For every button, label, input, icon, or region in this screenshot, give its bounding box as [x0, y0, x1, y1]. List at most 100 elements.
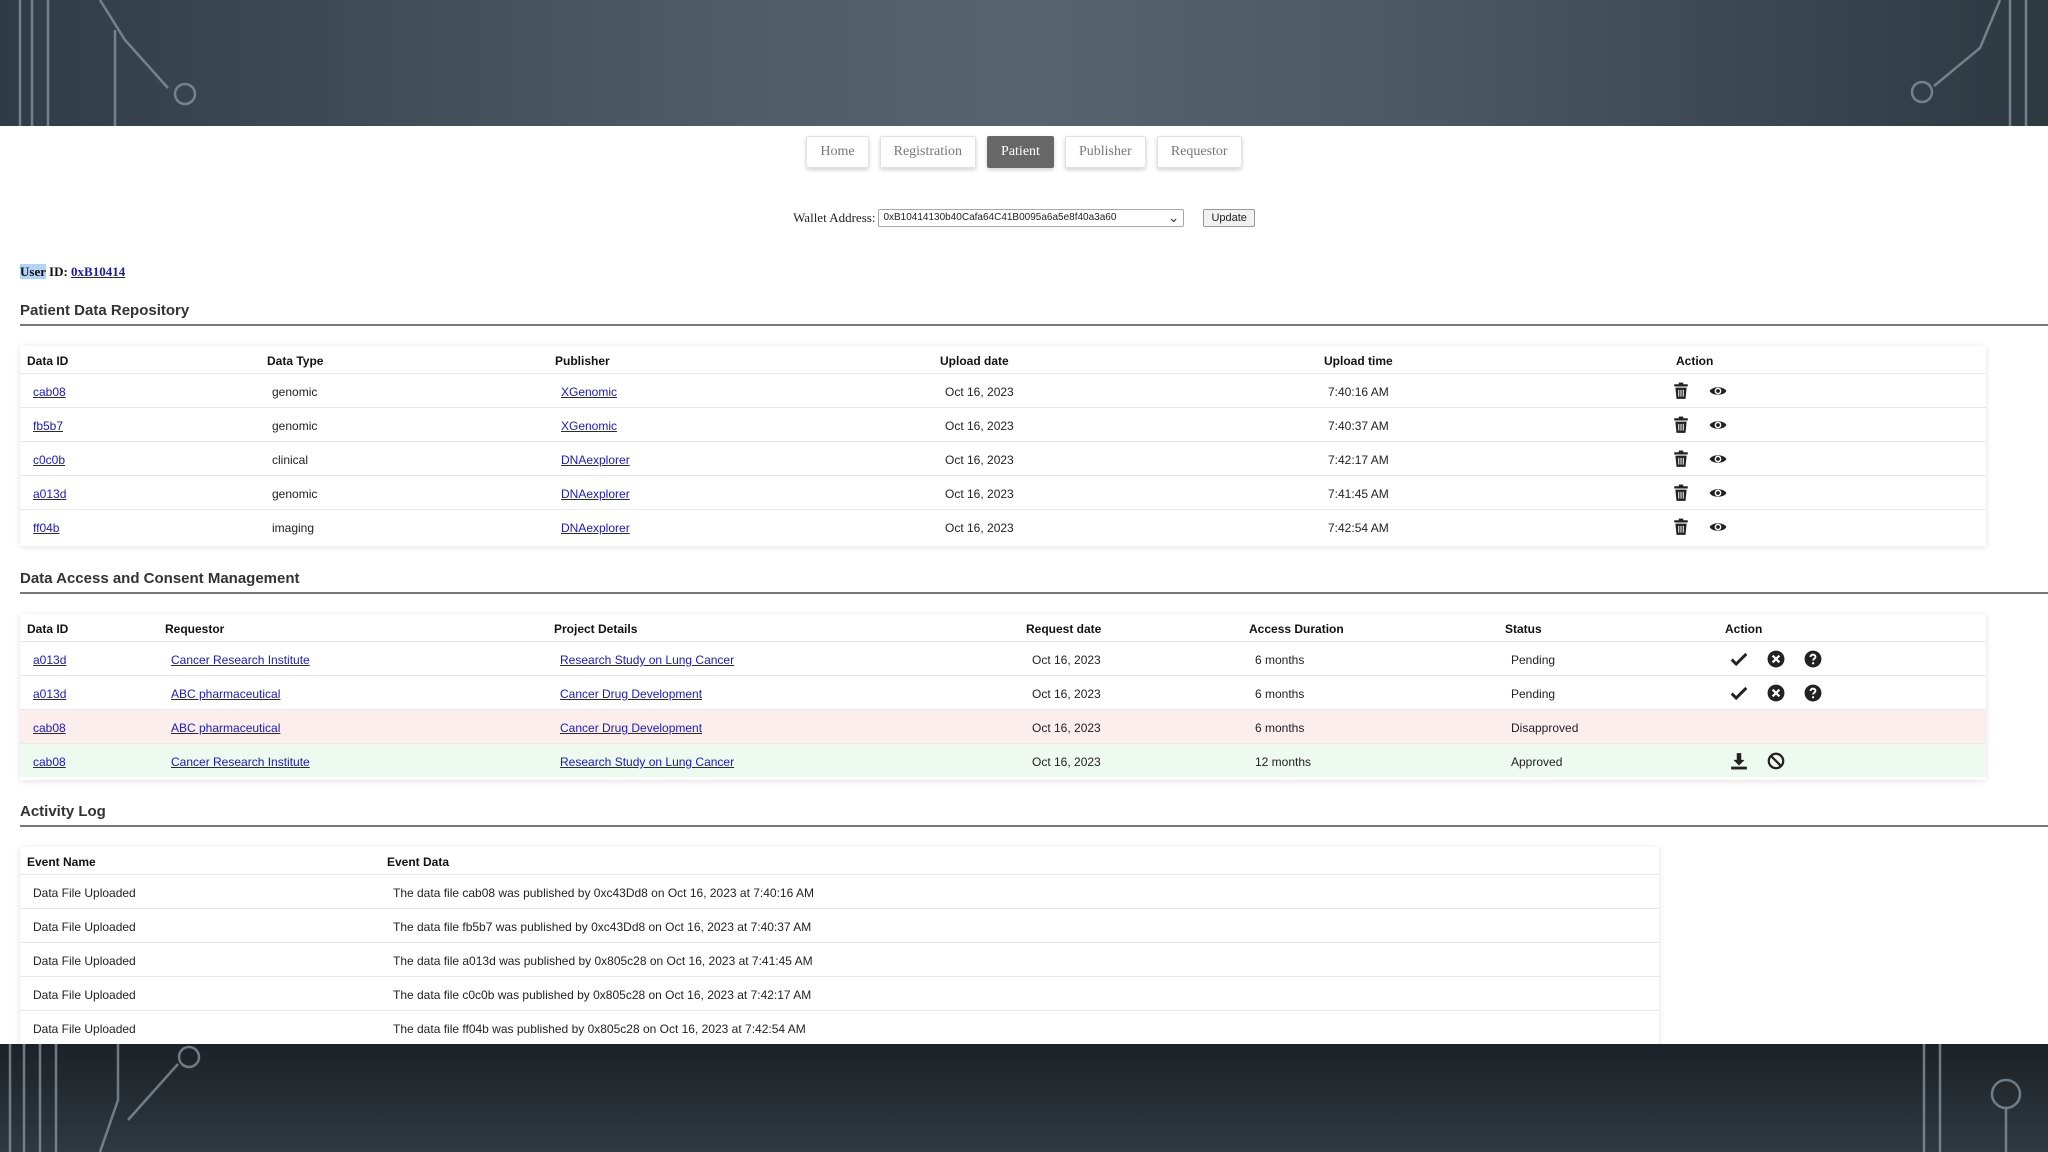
col-header-action: Action	[1676, 354, 1714, 368]
col-header-action: Action	[1725, 622, 1763, 636]
event-name: Data File Uploaded	[33, 1022, 136, 1036]
trash-icon[interactable]	[1672, 484, 1690, 502]
tab-requestor[interactable]: Requestor	[1156, 136, 1242, 168]
tab-patient[interactable]: Patient	[987, 136, 1054, 168]
data-id-link[interactable]: a013d	[33, 487, 66, 501]
col-header-upload-time: Upload time	[1324, 354, 1393, 368]
wallet-address-value: 0xB10414130b40Cafa64C41B0095a6a5e8f40a3a…	[883, 212, 1117, 223]
project-link[interactable]: Research Study on Lung Cancer	[560, 755, 734, 769]
wallet-bar: Wallet Address: 0xB10414130b40Cafa64C41B…	[0, 209, 2048, 227]
trash-icon[interactable]	[1672, 382, 1690, 400]
upload-time: 7:42:54 AM	[1328, 521, 1389, 535]
project-link[interactable]: Cancer Drug Development	[560, 687, 702, 701]
x-circle-icon[interactable]	[1767, 650, 1785, 668]
question-circle-icon[interactable]	[1804, 650, 1822, 668]
activity-title: Activity Log	[20, 803, 106, 820]
update-button[interactable]: Update	[1203, 209, 1255, 227]
data-id-link[interactable]: c0c0b	[33, 453, 65, 467]
eye-icon[interactable]	[1709, 518, 1727, 536]
nav-bar: Home Registration Patient Publisher Requ…	[0, 136, 2048, 168]
col-header-status: Status	[1505, 622, 1542, 636]
x-circle-icon[interactable]	[1767, 684, 1785, 702]
divider	[20, 592, 2048, 594]
trash-icon[interactable]	[1672, 450, 1690, 468]
col-header-upload-date: Upload date	[940, 354, 1009, 368]
activity-table: Event Name Event Data Data File Uploaded…	[20, 847, 1659, 1044]
access-duration: 6 months	[1255, 687, 1305, 701]
table-row: cab08 Cancer Research Institute Research…	[20, 743, 1986, 777]
question-circle-icon[interactable]	[1804, 684, 1822, 702]
col-header-access-duration: Access Duration	[1249, 622, 1344, 636]
data-id-link[interactable]: a013d	[33, 653, 66, 667]
wallet-label: Wallet Address:	[793, 210, 876, 225]
publisher-link[interactable]: XGenomic	[561, 419, 617, 433]
data-id-link[interactable]: a013d	[33, 687, 66, 701]
user-id-label-suffix: ID:	[45, 264, 72, 279]
requestor-link[interactable]: Cancer Research Institute	[171, 755, 310, 769]
check-icon[interactable]	[1730, 650, 1748, 668]
event-data: The data file cab08 was published by 0xc…	[393, 886, 814, 900]
user-id-link[interactable]: 0xB10414	[71, 264, 125, 279]
table-row: a013d ABC pharmaceutical Cancer Drug Dev…	[20, 675, 1986, 709]
data-id-link[interactable]: cab08	[33, 385, 66, 399]
access-duration: 6 months	[1255, 721, 1305, 735]
table-row: Data File Uploaded The data file a013d w…	[20, 942, 1659, 976]
status-text: Approved	[1511, 755, 1563, 769]
upload-date: Oct 16, 2023	[945, 419, 1014, 433]
tab-home[interactable]: Home	[806, 136, 869, 168]
access-duration: 12 months	[1255, 755, 1312, 769]
access-duration: 6 months	[1255, 653, 1305, 667]
data-type: imaging	[272, 521, 315, 535]
user-id: User ID: 0xB10414	[20, 264, 125, 280]
divider	[20, 825, 2048, 827]
event-name: Data File Uploaded	[33, 988, 136, 1002]
data-id-link[interactable]: ff04b	[33, 521, 59, 535]
requestor-link[interactable]: ABC pharmaceutical	[171, 721, 280, 735]
upload-date: Oct 16, 2023	[945, 385, 1014, 399]
data-id-link[interactable]: cab08	[33, 755, 66, 769]
data-id-link[interactable]: fb5b7	[33, 419, 63, 433]
col-header-event-name: Event Name	[27, 855, 96, 869]
requestor-link[interactable]: ABC pharmaceutical	[171, 687, 280, 701]
col-header-data-id: Data ID	[27, 622, 69, 636]
upload-time: 7:42:17 AM	[1328, 453, 1389, 467]
requestor-link[interactable]: Cancer Research Institute	[171, 653, 310, 667]
chevron-down-icon: ⌄	[1167, 209, 1180, 225]
eye-icon[interactable]	[1709, 450, 1727, 468]
slide-frame-top	[0, 0, 2048, 126]
upload-time: 7:41:45 AM	[1328, 487, 1389, 501]
event-data: The data file c0c0b was published by 0x8…	[393, 988, 812, 1002]
download-icon[interactable]	[1730, 752, 1748, 770]
eye-icon[interactable]	[1709, 484, 1727, 502]
publisher-link[interactable]: XGenomic	[561, 385, 617, 399]
consent-table: Data ID Requestor Project Details Reques…	[20, 614, 1986, 780]
upload-time: 7:40:16 AM	[1328, 385, 1389, 399]
publisher-link[interactable]: DNAexplorer	[561, 521, 630, 535]
table-row: cab08 ABC pharmaceutical Cancer Drug Dev…	[20, 709, 1986, 743]
upload-date: Oct 16, 2023	[945, 487, 1014, 501]
eye-icon[interactable]	[1709, 382, 1727, 400]
tab-registration[interactable]: Registration	[879, 136, 977, 168]
data-id-link[interactable]: cab08	[33, 721, 66, 735]
status-text: Pending	[1511, 687, 1556, 701]
project-link[interactable]: Cancer Drug Development	[560, 721, 702, 735]
event-data: The data file fb5b7 was published by 0xc…	[393, 920, 812, 934]
repository-title: Patient Data Repository	[20, 302, 190, 319]
project-link[interactable]: Research Study on Lung Cancer	[560, 653, 734, 667]
eye-icon[interactable]	[1709, 416, 1727, 434]
publisher-link[interactable]: DNAexplorer	[561, 453, 630, 467]
tab-publisher[interactable]: Publisher	[1064, 136, 1146, 168]
ban-icon[interactable]	[1767, 752, 1785, 770]
publisher-link[interactable]: DNAexplorer	[561, 487, 630, 501]
table-row: Data File Uploaded The data file c0c0b w…	[20, 976, 1659, 1010]
trash-icon[interactable]	[1672, 416, 1690, 434]
table-row: fb5b7 genomic XGenomic Oct 16, 2023 7:40…	[20, 407, 1986, 441]
request-date: Oct 16, 2023	[1032, 687, 1101, 701]
table-row: a013d genomic DNAexplorer Oct 16, 2023 7…	[20, 475, 1986, 509]
check-icon[interactable]	[1730, 684, 1748, 702]
table-row: Data File Uploaded The data file cab08 w…	[20, 874, 1659, 908]
data-type: genomic	[272, 419, 318, 433]
consent-title: Data Access and Consent Management	[20, 570, 300, 587]
wallet-address-select[interactable]: 0xB10414130b40Cafa64C41B0095a6a5e8f40a3a…	[878, 209, 1185, 227]
trash-icon[interactable]	[1672, 518, 1690, 536]
